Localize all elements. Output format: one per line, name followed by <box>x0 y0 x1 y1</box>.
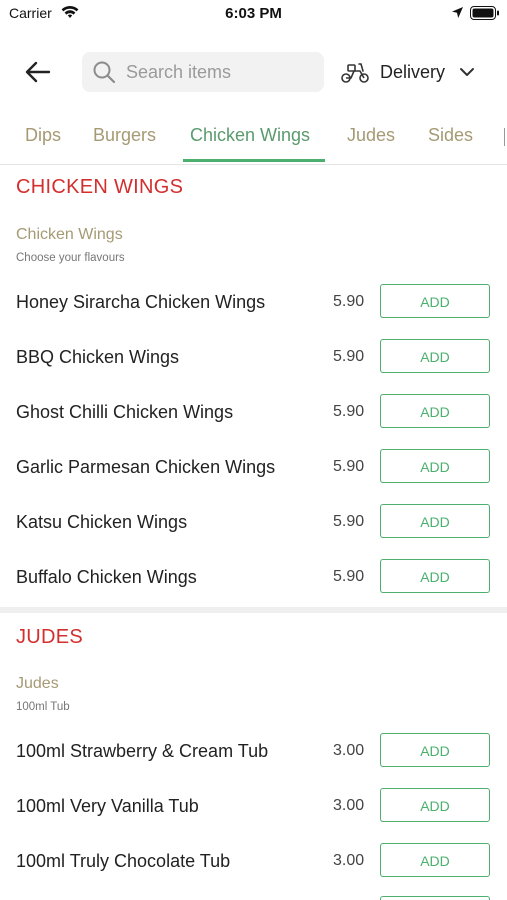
item-name: Ghost Chilli Chicken Wings <box>16 402 234 422</box>
item-price: 5.90 <box>333 403 365 420</box>
location-arrow-icon <box>451 6 464 24</box>
item-name: BBQ Chicken Wings <box>16 347 180 367</box>
delivery-selector[interactable]: Delivery <box>340 54 475 90</box>
section-description: Choose your flavours <box>16 252 125 264</box>
item-price: 5.90 <box>333 348 365 365</box>
delivery-label: Delivery <box>380 61 446 82</box>
add-button[interactable]: ADD <box>380 559 490 593</box>
back-arrow-icon <box>25 61 51 83</box>
add-button[interactable]: ADD <box>380 788 490 822</box>
item-name: Honey Sirarcha Chicken Wings <box>16 292 266 312</box>
item-name: 100ml Truly Chocolate Tub <box>16 851 231 871</box>
section-title: JUDES <box>16 626 84 648</box>
add-button-partial[interactable] <box>380 896 490 900</box>
status-time: 6:03 PM <box>225 5 282 22</box>
item-price: 5.90 <box>333 568 365 585</box>
search-bar[interactable] <box>82 52 324 92</box>
section-title: CHICKEN WINGS <box>16 176 184 198</box>
tab-sides[interactable]: Sides <box>428 112 473 160</box>
add-button[interactable]: ADD <box>380 733 490 767</box>
header: Delivery <box>0 44 507 100</box>
add-button[interactable]: ADD <box>380 394 490 428</box>
tab-burgers[interactable]: Burgers <box>93 112 156 160</box>
tab-dips[interactable]: Dips <box>25 112 61 160</box>
tab-judes[interactable]: Judes <box>347 112 395 160</box>
search-input[interactable] <box>124 60 318 84</box>
tab-overflow-edge <box>504 128 505 146</box>
item-name: Garlic Parmesan Chicken Wings <box>16 457 276 477</box>
item-name: 100ml Strawberry & Cream Tub <box>16 741 269 761</box>
status-bar: Carrier 6:03 PM <box>0 0 507 28</box>
section-description: 100ml Tub <box>16 701 70 713</box>
item-price: 5.90 <box>333 458 365 475</box>
scooter-icon <box>340 60 370 84</box>
category-tabs: Dips Burgers Chicken Wings Judes Sides <box>0 112 507 165</box>
item-price: 3.00 <box>333 742 365 759</box>
item-price: 3.00 <box>333 852 365 869</box>
add-button[interactable]: ADD <box>380 339 490 373</box>
chevron-down-icon <box>459 66 475 78</box>
add-button[interactable]: ADD <box>380 504 490 538</box>
item-name: Buffalo Chicken Wings <box>16 567 197 587</box>
add-button[interactable]: ADD <box>380 843 490 877</box>
active-tab-indicator <box>183 159 325 162</box>
item-price: 5.90 <box>333 513 365 530</box>
add-button[interactable]: ADD <box>380 449 490 483</box>
item-name: 100ml Very Vanilla Tub <box>16 796 199 816</box>
item-name: Katsu Chicken Wings <box>16 512 188 532</box>
item-price: 5.90 <box>333 293 365 310</box>
section-subtitle: Judes <box>16 675 59 692</box>
search-icon <box>92 60 116 84</box>
back-button[interactable] <box>18 54 58 90</box>
add-button[interactable]: ADD <box>380 284 490 318</box>
battery-icon <box>470 6 500 25</box>
tab-chicken-wings[interactable]: Chicken Wings <box>190 112 310 160</box>
section-divider <box>0 607 507 613</box>
item-price: 3.00 <box>333 797 365 814</box>
section-subtitle: Chicken Wings <box>16 226 123 243</box>
